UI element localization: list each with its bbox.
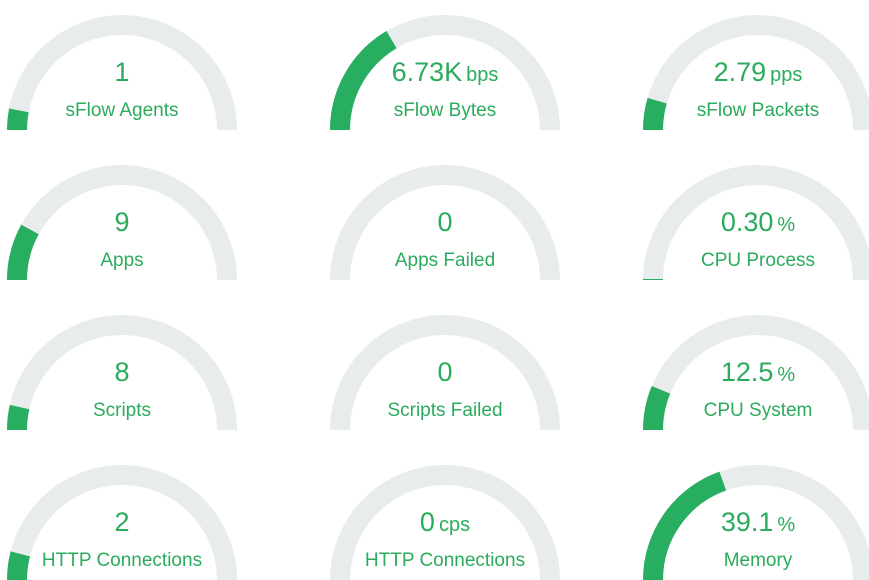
gauge-unit: %: [777, 514, 796, 536]
gauge-label: CPU System: [703, 400, 813, 421]
gauge-value: 0: [437, 207, 453, 237]
gauge-label: Apps Failed: [394, 250, 496, 271]
gauge-label: Apps: [100, 250, 144, 271]
gauge-value-row: 2: [2, 506, 242, 538]
gauge-scripts-failed: 0 Scripts Failed: [325, 300, 565, 450]
gauge-label: sFlow Bytes: [393, 100, 497, 121]
gauge-label: CPU Process: [700, 250, 816, 271]
gauge-unit: %: [777, 364, 796, 386]
gauge-value-row: 0: [325, 356, 565, 388]
gauge-label: Scripts: [92, 400, 152, 421]
gauge-label: Memory: [723, 550, 793, 571]
gauge-value: 0: [437, 357, 453, 387]
gauge-value-row: 12.5%: [638, 356, 869, 391]
gauge-value-row: 0.30%: [638, 206, 869, 241]
gauge-unit: %: [777, 214, 796, 236]
gauge-cpu-system: 12.5% CPU System: [638, 300, 869, 450]
gauge-memory: 39.1% Memory: [638, 450, 869, 580]
gauge-value: 2: [114, 507, 130, 537]
gauge-value-row: 2.79 pps: [638, 56, 869, 91]
gauge-value: 2.79: [713, 57, 767, 87]
gauge-http-connections-rate: 0 cps HTTP Connections: [325, 450, 565, 580]
gauge-value-row: 0 cps: [325, 506, 565, 541]
gauge-dashboard: 1 sFlow Agents 6.73K bps sFlow Bytes 2.79…: [0, 0, 869, 580]
gauge-value: 12.5: [720, 357, 774, 387]
gauge-value-row: 0: [325, 206, 565, 238]
gauge-label: HTTP Connections: [41, 550, 203, 571]
gauge-label: HTTP Connections: [364, 550, 526, 571]
gauge-value: 9: [114, 207, 130, 237]
gauge-unit: bps: [466, 64, 499, 86]
gauge-sflow-packets: 2.79 pps sFlow Packets: [638, 0, 869, 150]
gauge-value-row: 1: [2, 56, 242, 88]
gauge-value-row: 39.1%: [638, 506, 869, 541]
gauge-label: sFlow Agents: [65, 100, 179, 121]
gauge-unit: pps: [770, 64, 803, 86]
gauge-value-row: 6.73K bps: [325, 56, 565, 91]
gauge-unit: cps: [438, 514, 471, 536]
gauge-label: Scripts Failed: [387, 400, 503, 421]
gauge-value: 8: [114, 357, 130, 387]
gauge-apps-failed: 0 Apps Failed: [325, 150, 565, 300]
gauge-http-connections: 2 HTTP Connections: [2, 450, 242, 580]
gauge-value: 39.1: [720, 507, 774, 537]
gauge-value: 0: [419, 507, 435, 537]
gauge-value-row: 9: [2, 206, 242, 238]
gauge-apps: 9 Apps: [2, 150, 242, 300]
gauge-sflow-bytes: 6.73K bps sFlow Bytes: [325, 0, 565, 150]
gauge-value-row: 8: [2, 356, 242, 388]
gauge-value: 6.73K: [391, 57, 463, 87]
gauge-scripts: 8 Scripts: [2, 300, 242, 450]
gauge-label: sFlow Packets: [696, 100, 820, 121]
gauge-value: 0.30: [720, 207, 774, 237]
gauge-sflow-agents: 1 sFlow Agents: [2, 0, 242, 150]
gauge-cpu-process: 0.30% CPU Process: [638, 150, 869, 300]
gauge-value: 1: [114, 57, 130, 87]
